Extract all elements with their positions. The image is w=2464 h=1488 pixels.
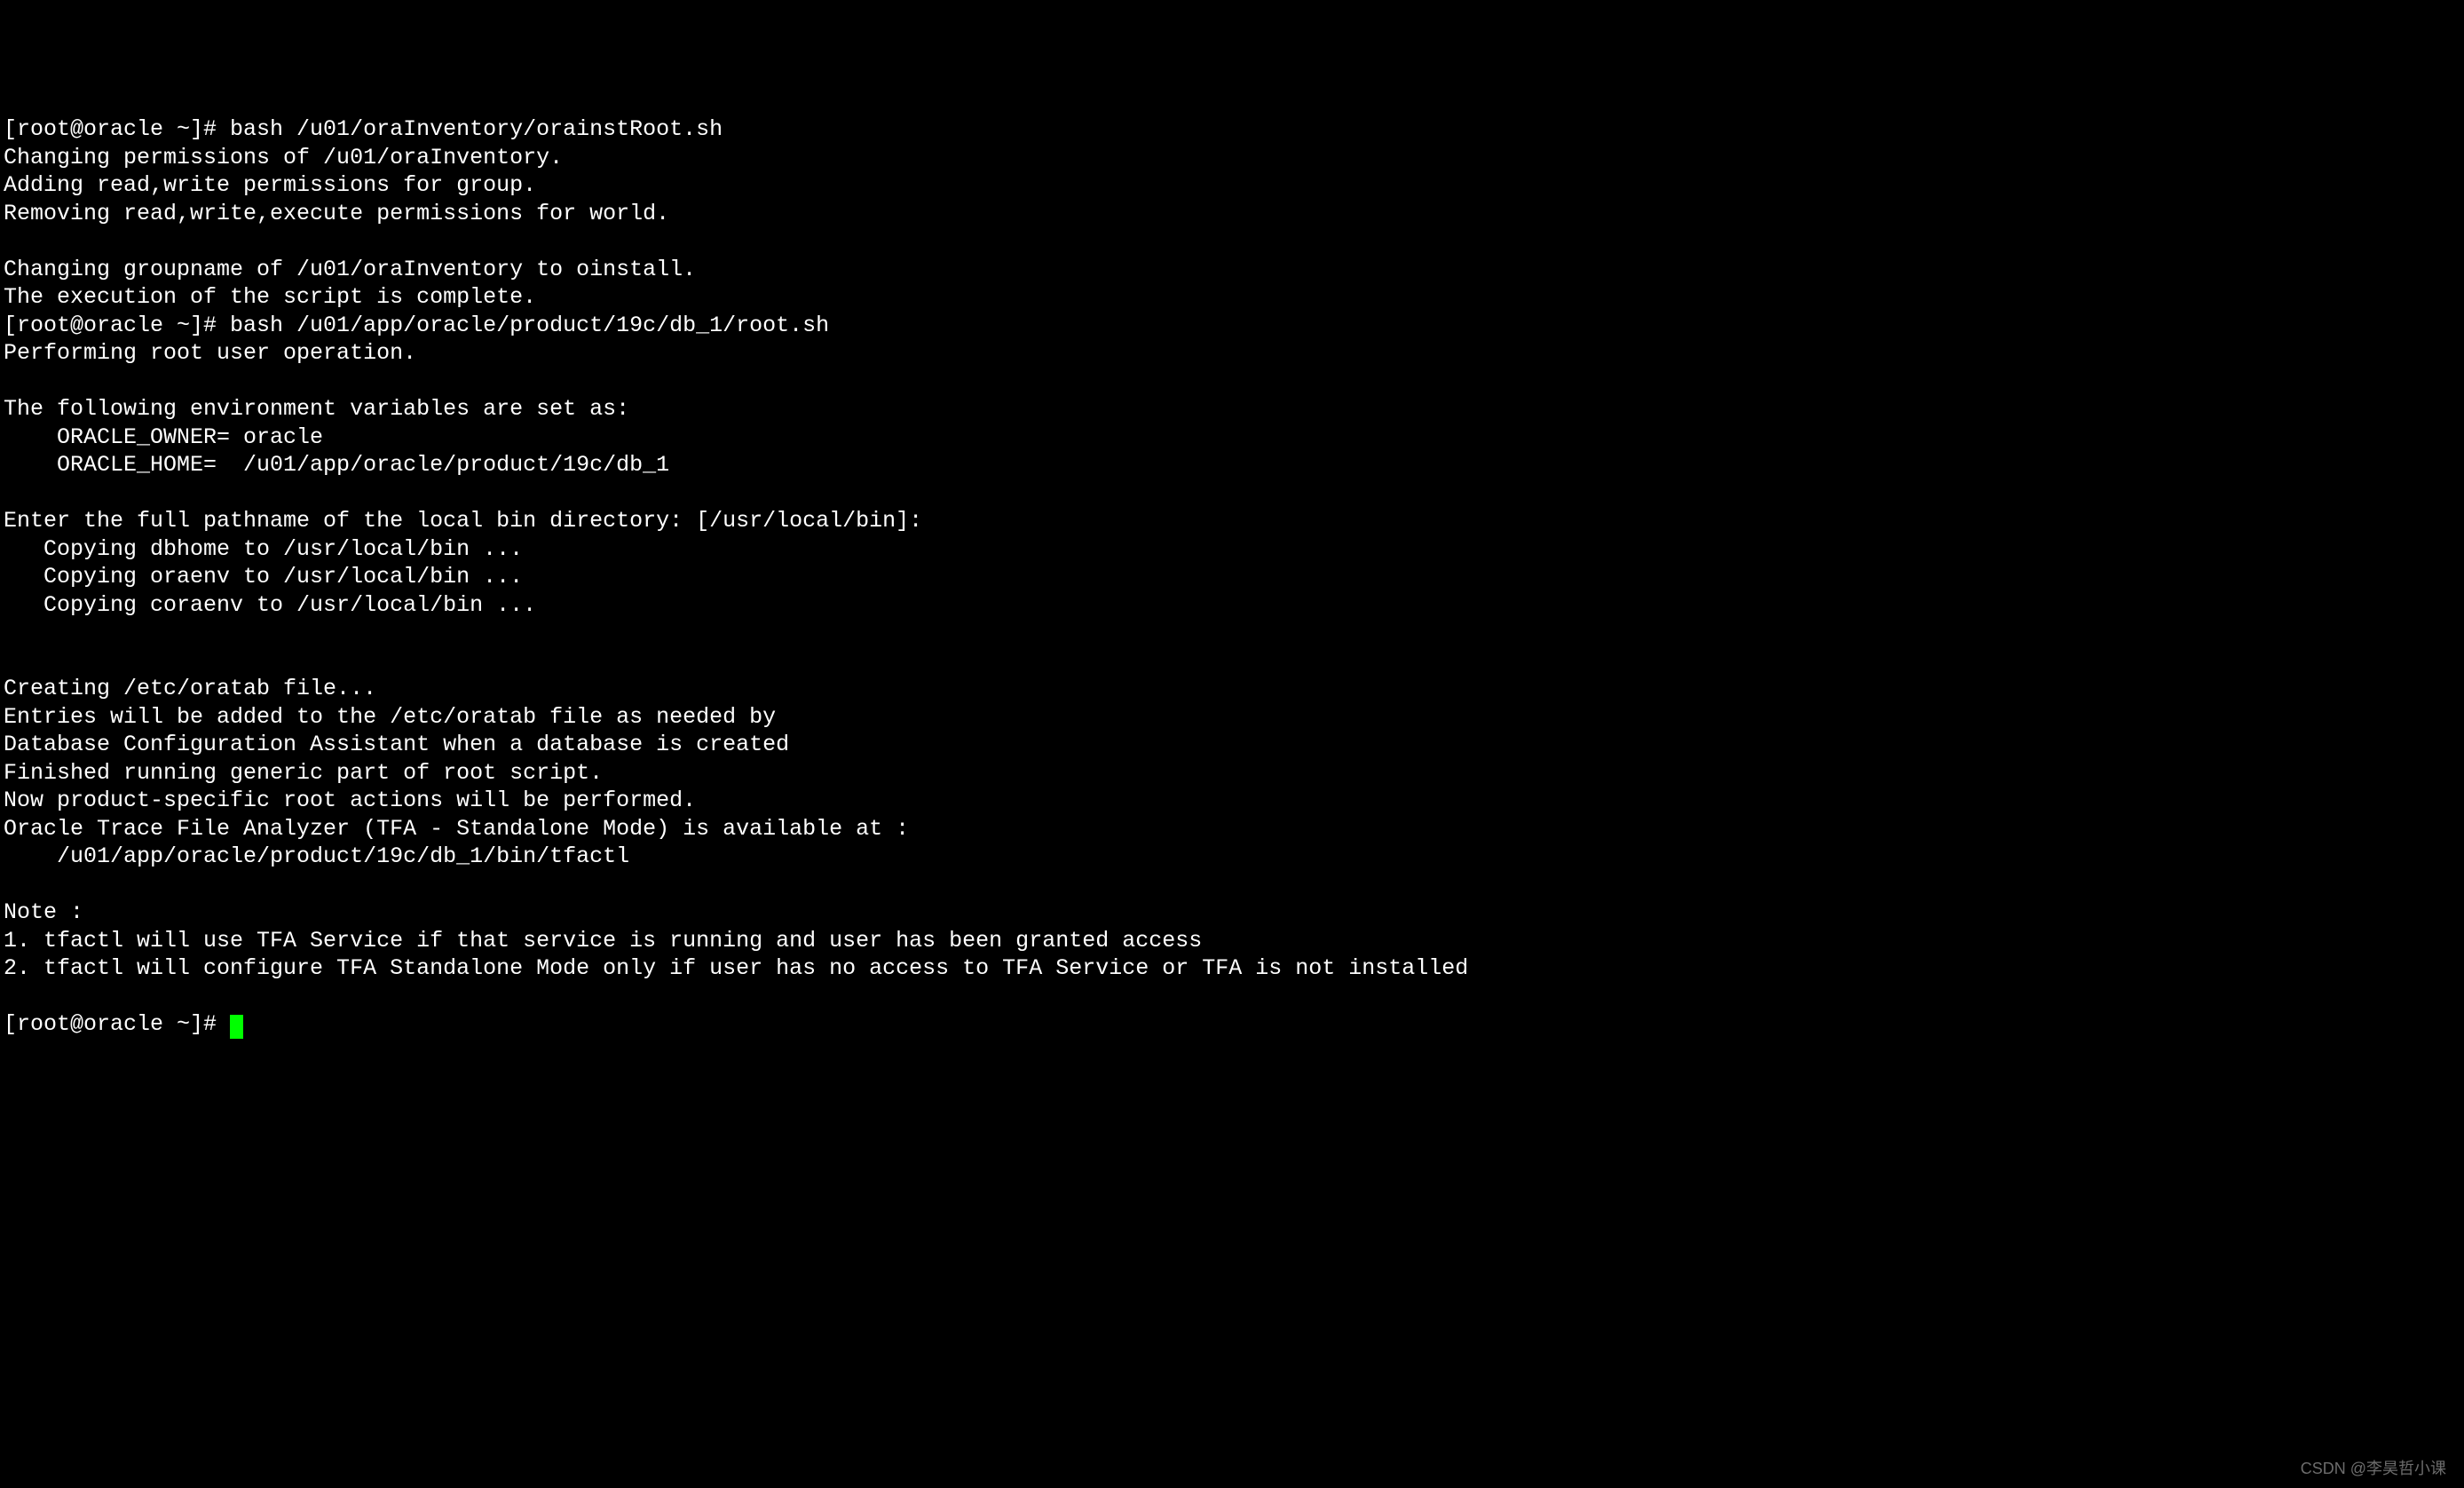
terminal-line [4, 647, 2460, 676]
terminal-line: Adding read,write permissions for group. [4, 171, 2460, 200]
terminal-line: 1. tfactl will use TFA Service if that s… [4, 927, 2460, 955]
terminal-line: Changing groupname of /u01/oraInventory … [4, 256, 2460, 284]
terminal-line [4, 479, 2460, 508]
terminal-prompt: [root@oracle ~]# [4, 1011, 230, 1037]
terminal-line: ORACLE_HOME= /u01/app/oracle/product/19c… [4, 451, 2460, 479]
terminal-line: [root@oracle ~]# bash /u01/app/oracle/pr… [4, 312, 2460, 340]
terminal-line [4, 983, 2460, 1011]
terminal-line: Now product-specific root actions will b… [4, 787, 2460, 815]
terminal-line: Removing read,write,execute permissions … [4, 200, 2460, 228]
terminal-line [4, 871, 2460, 899]
terminal-line [4, 227, 2460, 256]
terminal-line: Enter the full pathname of the local bin… [4, 507, 2460, 535]
terminal-line: 2. tfactl will configure TFA Standalone … [4, 954, 2460, 983]
terminal-line: Copying dbhome to /usr/local/bin ... [4, 535, 2460, 564]
terminal-line: ORACLE_OWNER= oracle [4, 423, 2460, 452]
terminal-line: The execution of the script is complete. [4, 283, 2460, 312]
terminal-line: Database Configuration Assistant when a … [4, 731, 2460, 759]
terminal-line: Changing permissions of /u01/oraInventor… [4, 144, 2460, 172]
cursor-icon [230, 1015, 243, 1040]
terminal-line: Note : [4, 898, 2460, 927]
terminal-output[interactable]: [root@oracle ~]# bash /u01/oraInventory/… [4, 115, 2460, 1039]
terminal-line: Copying oraenv to /usr/local/bin ... [4, 563, 2460, 591]
terminal-line: Oracle Trace File Analyzer (TFA - Standa… [4, 815, 2460, 843]
terminal-line: Entries will be added to the /etc/oratab… [4, 703, 2460, 732]
terminal-line: Finished running generic part of root sc… [4, 759, 2460, 788]
terminal-line: Performing root user operation. [4, 339, 2460, 368]
terminal-line [4, 368, 2460, 396]
terminal-line: [root@oracle ~]# bash /u01/oraInventory/… [4, 115, 2460, 144]
terminal-line: Copying coraenv to /usr/local/bin ... [4, 591, 2460, 620]
terminal-line: Creating /etc/oratab file... [4, 675, 2460, 703]
terminal-line: The following environment variables are … [4, 395, 2460, 423]
terminal-line [4, 619, 2460, 647]
terminal-line: /u01/app/oracle/product/19c/db_1/bin/tfa… [4, 843, 2460, 871]
watermark-text: CSDN @李昊哲小课 [2301, 1459, 2446, 1479]
terminal-prompt-line[interactable]: [root@oracle ~]# [4, 1010, 2460, 1039]
